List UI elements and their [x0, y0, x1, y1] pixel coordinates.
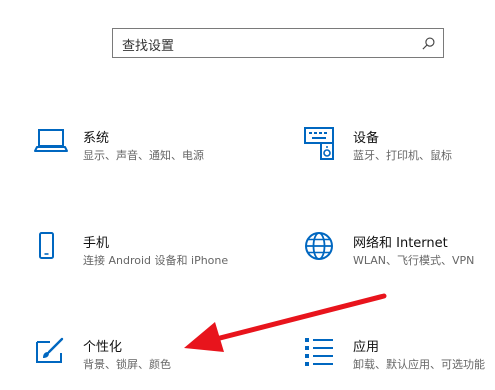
tile-phone[interactable]: 手机 连接 Android 设备和 iPhone — [34, 232, 249, 278]
tile-apps-subtitle: 卸载、默认应用、可选功能 — [353, 358, 485, 371]
annotation-arrow — [184, 293, 387, 352]
tile-system-subtitle: 显示、声音、通知、电源 — [83, 149, 204, 162]
tile-system[interactable]: 系统 显示、声音、通知、电源 — [34, 127, 249, 173]
search-input[interactable]: 查找设置 — [112, 28, 444, 58]
paint-brush-icon — [36, 337, 64, 363]
tile-apps-title: 应用 — [353, 340, 380, 355]
keyboard-speaker-icon — [304, 127, 334, 160]
tile-apps[interactable]: 应用 卸载、默认应用、可选功能 — [304, 336, 495, 382]
search-icon[interactable] — [421, 36, 436, 51]
tile-devices-subtitle: 蓝牙、打印机、鼠标 — [353, 149, 452, 162]
tile-personalization-title: 个性化 — [83, 340, 123, 355]
tile-personalization-subtitle: 背景、锁屏、颜色 — [83, 358, 171, 371]
laptop-icon — [34, 129, 68, 152]
tile-network-internet[interactable]: 网络和 Internet WLAN、飞行模式、VPN — [304, 232, 495, 278]
tile-phone-subtitle: 连接 Android 设备和 iPhone — [83, 254, 229, 267]
tile-network-subtitle: WLAN、飞行模式、VPN — [353, 254, 475, 267]
search-placeholder: 查找设置 — [122, 39, 175, 54]
tile-system-title: 系统 — [83, 131, 110, 146]
tile-phone-title: 手机 — [83, 236, 110, 251]
settings-home: 查找设置 系统 显示、声音、通知、电源 设备 蓝牙、打印机、鼠标 手机 连接 A… — [0, 0, 495, 390]
tile-devices-title: 设备 — [353, 131, 380, 146]
tile-network-title: 网络和 Internet — [353, 236, 448, 251]
tile-personalization[interactable]: 个性化 背景、锁屏、颜色 — [34, 336, 249, 382]
tile-devices[interactable]: 设备 蓝牙、打印机、鼠标 — [304, 127, 495, 173]
phone-icon — [39, 232, 54, 259]
globe-icon — [305, 232, 333, 260]
apps-list-icon — [305, 338, 333, 366]
